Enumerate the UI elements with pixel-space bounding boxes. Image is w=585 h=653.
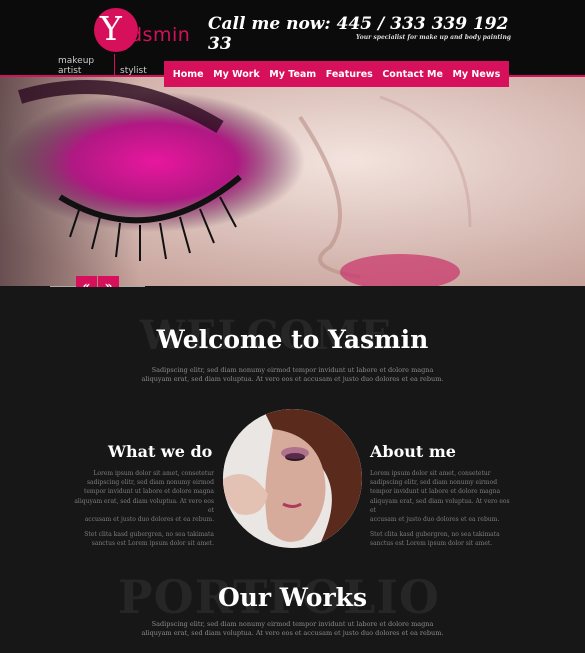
text-line: Stet clita kasd gubergren, no sea takima… <box>84 531 214 539</box>
text-line: Stet clita kasd gubergren, no sea takima… <box>370 531 500 539</box>
what-we-do-text: Lorem ipsum dolor sit amet, consetetur s… <box>70 469 214 549</box>
hero-image <box>0 77 585 286</box>
profile-portrait <box>223 409 362 548</box>
text-line: aliquyam erat, sed diam voluptua. At ver… <box>370 497 510 514</box>
our-works-title: Our Works <box>217 583 368 612</box>
portrait-image <box>223 409 362 548</box>
nav-item-contact-me[interactable]: Contact Me <box>382 69 443 80</box>
logo-name: dsmin <box>130 24 191 46</box>
text-line: accusam et justo duo dolores et ea rebum… <box>370 516 500 524</box>
call-me-subtitle: Your specialist for make up and body pai… <box>356 34 511 41</box>
tagline-makeup: makeup <box>58 56 95 66</box>
logo-divider <box>114 54 115 76</box>
nav-item-features[interactable]: Features <box>326 69 373 80</box>
text-line: sanctus est Lorem ipsum dolor sit amet. <box>91 540 214 548</box>
what-we-do-title: What we do <box>108 442 213 461</box>
about-me-text: Lorem ipsum dolor sit amet, consetetur s… <box>370 469 515 549</box>
nav-item-home[interactable]: Home <box>173 69 204 80</box>
text-line: aliquyam erat, sed diam voluptua. At ver… <box>74 497 214 514</box>
text-line: Lorem ipsum dolor sit amet, consetetur <box>370 470 491 477</box>
text-line: accusam et justo duo dolores et ea rebum… <box>84 516 214 524</box>
nav-item-my-team[interactable]: My Team <box>269 69 316 80</box>
main-nav: Home My Work My Team Features Contact Me… <box>164 61 509 87</box>
about-me-title: About me <box>370 442 456 461</box>
welcome-line-2: aliquyam erat, sed diam voluptua. At ver… <box>141 375 444 383</box>
nav-item-my-work[interactable]: My Work <box>213 69 260 80</box>
hero-slider <box>0 77 585 286</box>
text-line: sadipscing elitr, sed diam nonumy eirmod <box>370 479 498 487</box>
text-line: tempor invidunt ut labore et dolore magn… <box>370 488 501 496</box>
text-line: Lorem ipsum dolor sit amet, consetetur <box>93 470 214 477</box>
text-line: sadipscing elitr, sed diam nonumy eirmod <box>86 479 214 487</box>
text-line: sanctus est Lorem ipsum dolor sit amet. <box>370 540 493 548</box>
text-line: tempor invidunt ut labore et dolore magn… <box>83 488 214 496</box>
logo-initial: Y <box>100 9 122 48</box>
welcome-title: Welcome to Yasmin <box>156 325 429 354</box>
nav-item-my-news[interactable]: My News <box>452 69 500 80</box>
works-line-2: aliquyam erat, sed diam voluptua. At ver… <box>141 629 444 637</box>
